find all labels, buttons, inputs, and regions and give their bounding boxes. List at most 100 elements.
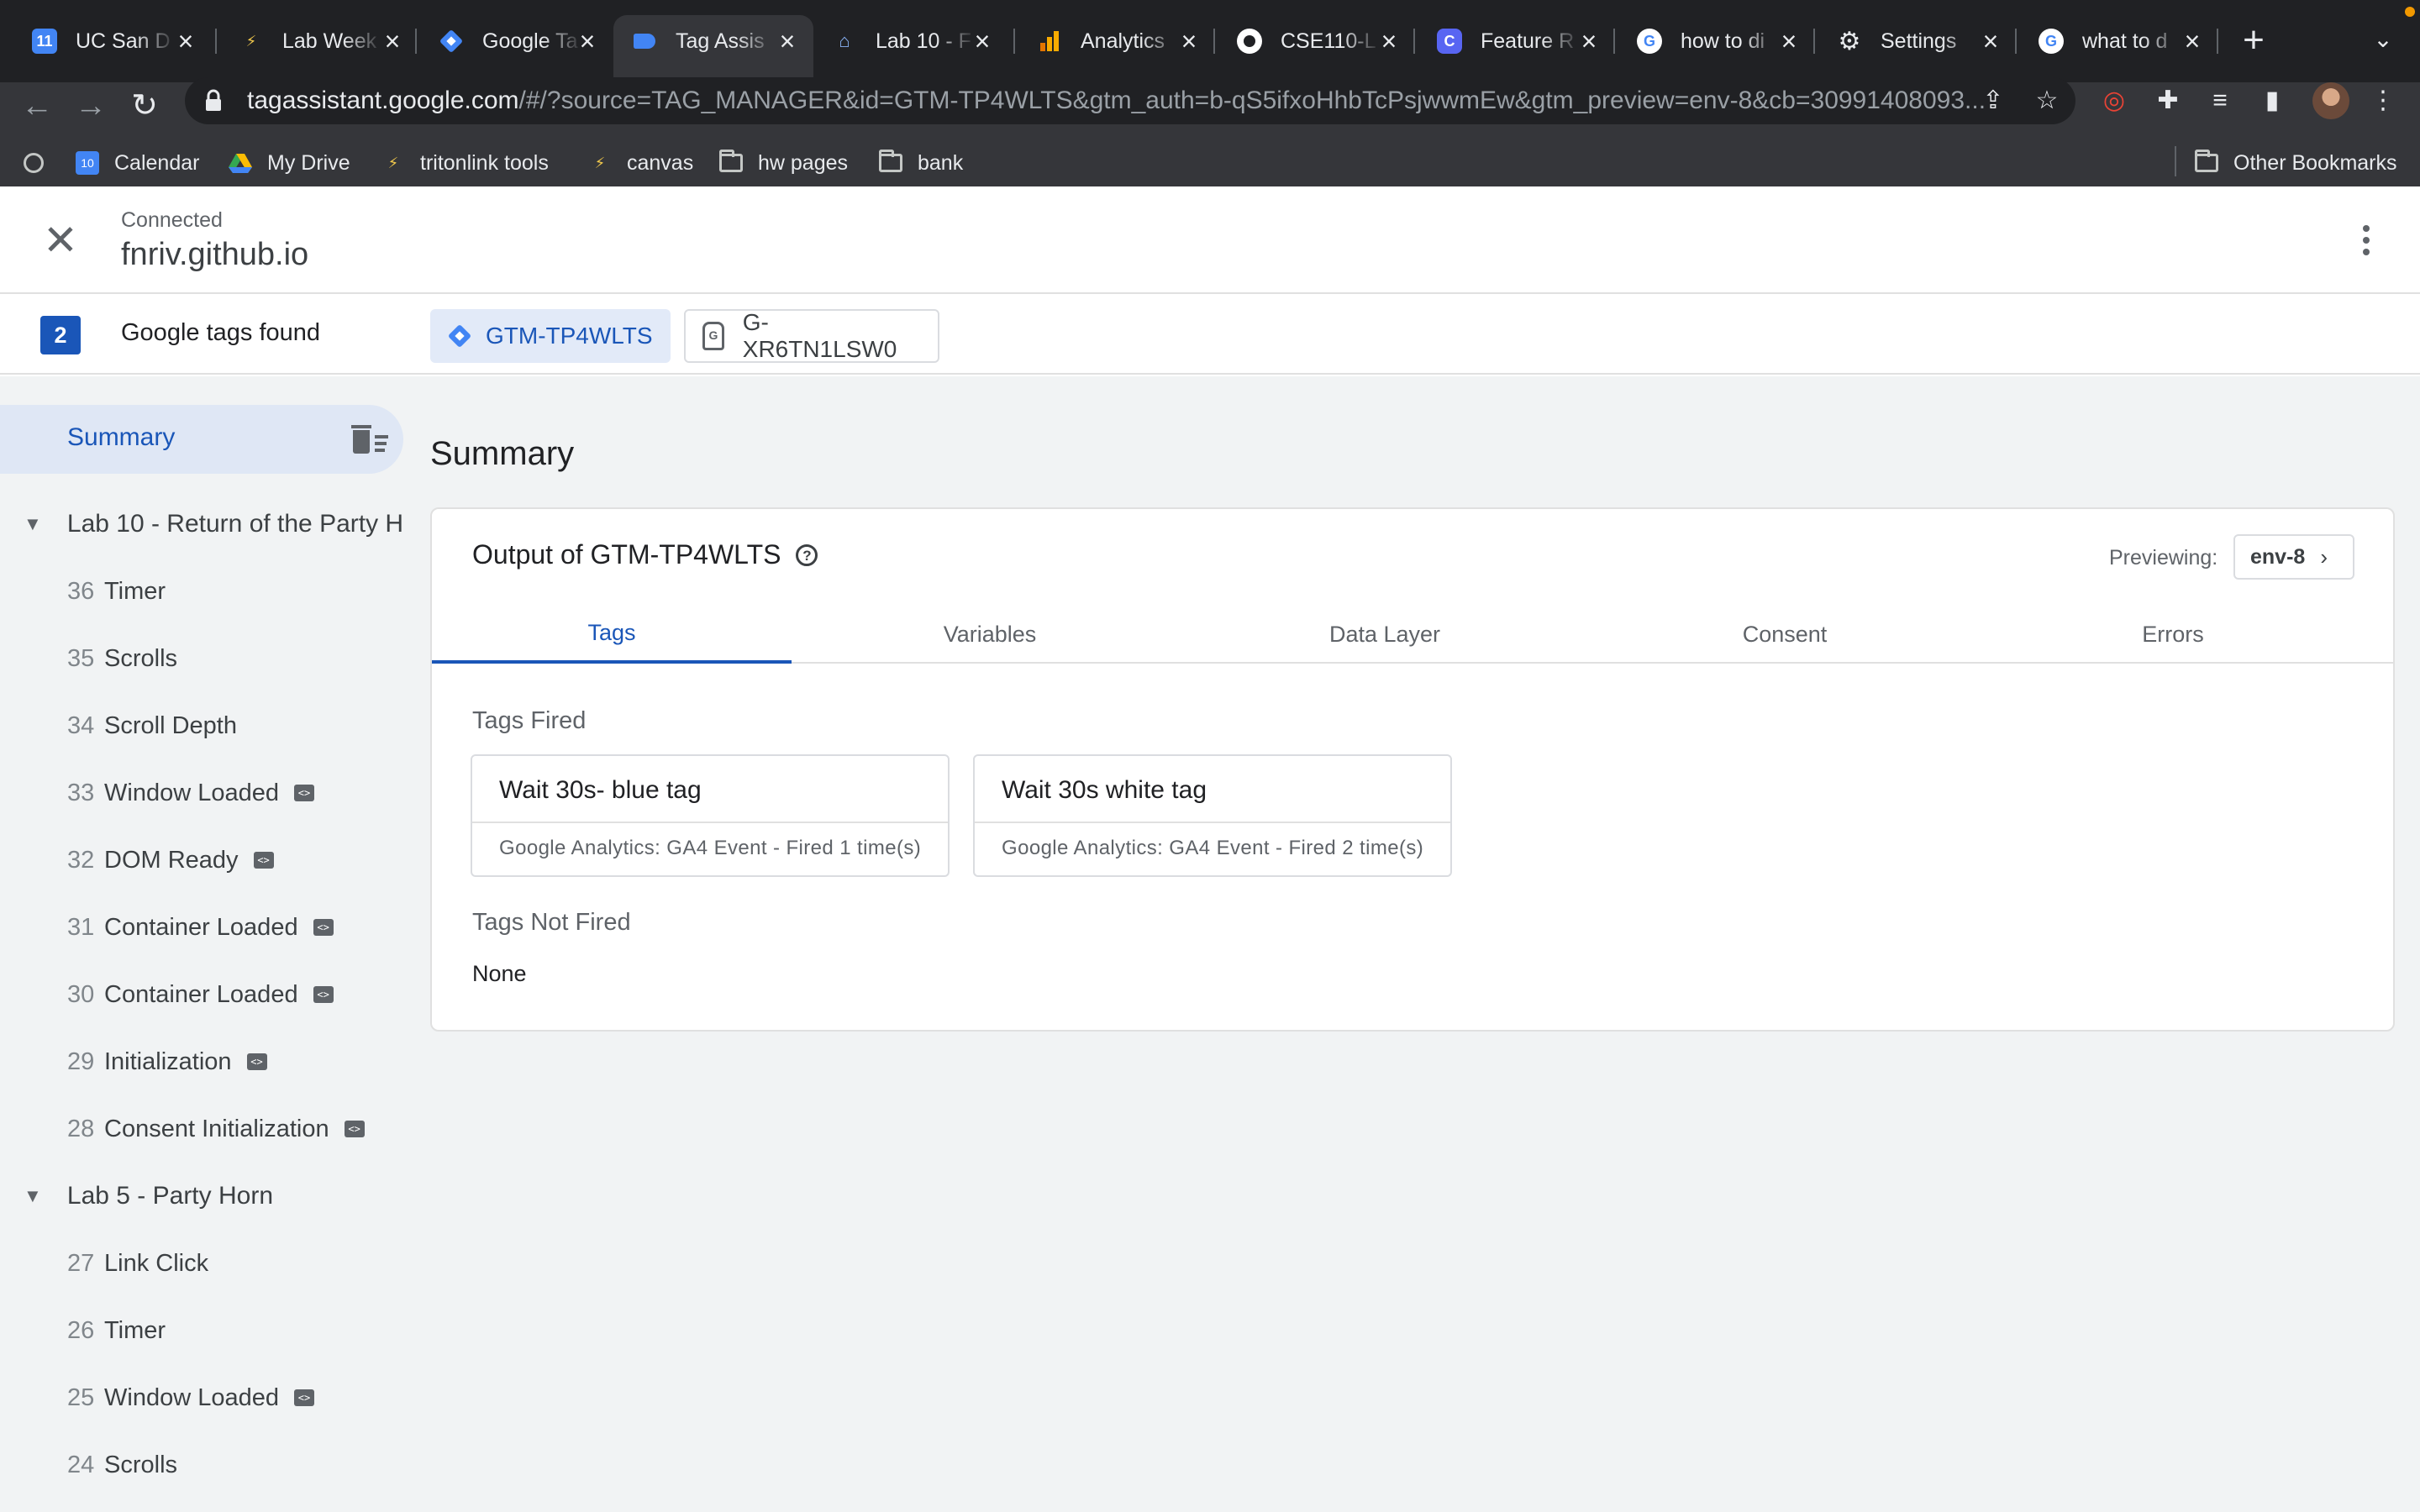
extensions-puzzle-icon[interactable]: ✚: [2149, 82, 2186, 119]
tag-assistant-page: ✕ Connected fnriv.github.io 2 Google tag…: [0, 186, 2420, 1512]
sidebar-event[interactable]: 34 Scroll Depth: [0, 701, 403, 751]
browser-tab-0[interactable]: 11 UC San D ×: [13, 15, 212, 67]
profile-avatar[interactable]: [2312, 82, 2349, 119]
browser-tab-7[interactable]: C Feature R ×: [1418, 15, 1615, 67]
sidebar-group-lab10[interactable]: ▼ Lab 10 - Return of the Party Horn: [0, 499, 403, 549]
canvas-icon: ⚡: [594, 154, 606, 171]
sidebar-event[interactable]: 31 Container Loaded <>: [0, 902, 403, 953]
browser-tab-5[interactable]: Analytics ×: [1018, 15, 1215, 67]
folder-icon: [2195, 150, 2218, 175]
new-tab-plus-icon[interactable]: +: [2235, 22, 2272, 59]
tab-tags[interactable]: Tags: [432, 605, 792, 664]
calendar-icon: 10: [76, 151, 99, 175]
close-tab-icon[interactable]: ×: [1575, 27, 1603, 55]
browser-tab-1[interactable]: ⚡ Lab Week ×: [220, 15, 418, 67]
browser-tab-4[interactable]: ⌂ Lab 10 - F ×: [813, 15, 1008, 67]
browser-menu-icon[interactable]: ⋮: [2365, 82, 2402, 119]
output-card-title: Output of GTM-TP4WLTS ?: [472, 539, 818, 570]
side-panel-icon[interactable]: ▮: [2254, 82, 2291, 119]
analytics-icon: [1037, 29, 1062, 54]
tab-data-layer[interactable]: Data Layer: [1220, 605, 1549, 664]
tag-detail: Google Analytics: GA4 Event - Fired 1 ti…: [499, 837, 922, 859]
sidebar-item-summary[interactable]: Summary: [0, 405, 403, 474]
fired-tag-card[interactable]: Wait 30s white tag Google Analytics: GA4…: [973, 754, 1452, 877]
bookmark-tritonlink-tools[interactable]: ⚡ tritonlink tools: [381, 143, 549, 183]
close-tab-icon[interactable]: ×: [171, 27, 200, 55]
container-chip-ga4[interactable]: G G-XR6TN1LSW0: [684, 309, 939, 363]
globe-icon: [22, 151, 45, 175]
container-chip-gtm[interactable]: GTM-TP4WLTS: [430, 309, 671, 363]
google-tag-icon: G: [702, 322, 724, 350]
extension-adblock-icon[interactable]: ◎: [2096, 82, 2133, 119]
close-tab-icon[interactable]: ×: [2178, 27, 2207, 55]
code-event-icon: <>: [253, 852, 274, 869]
code-event-icon: <>: [344, 1121, 365, 1137]
more-options-icon[interactable]: [2349, 223, 2383, 257]
close-tab-icon[interactable]: ×: [968, 27, 997, 55]
environment-button[interactable]: env-8 ›: [2233, 534, 2354, 580]
close-tab-icon[interactable]: ×: [773, 27, 802, 55]
sidebar-event[interactable]: 33 Window Loaded <>: [0, 768, 403, 818]
forward-arrow-icon[interactable]: →: [67, 82, 114, 129]
canvas-icon: ⚡: [245, 32, 257, 50]
close-tab-icon[interactable]: ×: [1175, 27, 1203, 55]
drive-icon: [229, 151, 252, 175]
bookmark-my-drive[interactable]: My Drive: [229, 143, 350, 183]
sidebar-group-lab5[interactable]: ▼ Lab 5 - Party Horn: [0, 1171, 403, 1221]
browser-tab-9[interactable]: ⚙ Settings ×: [1818, 15, 2017, 67]
sidebar-event[interactable]: 30 Container Loaded <>: [0, 969, 403, 1020]
tab-errors[interactable]: Errors: [2022, 605, 2324, 664]
sidebar-event[interactable]: 27 Link Click: [0, 1238, 403, 1289]
share-icon[interactable]: ⇪: [1976, 84, 2010, 118]
tag-detail: Google Analytics: GA4 Event - Fired 2 ti…: [1002, 837, 1424, 859]
bookmark-globe[interactable]: [22, 143, 60, 183]
lock-icon: [203, 89, 224, 113]
browser-tab-10[interactable]: G what to d ×: [2020, 15, 2218, 67]
clear-messages-icon[interactable]: [351, 423, 388, 457]
browser-tab-6[interactable]: CSE110-L ×: [1218, 15, 1415, 67]
browser-tab-8[interactable]: G how to di ×: [1618, 15, 1815, 67]
gtm-icon: [439, 29, 464, 54]
tab-variables[interactable]: Variables: [839, 605, 1141, 664]
close-icon[interactable]: ✕: [42, 219, 79, 261]
bookmark-bank[interactable]: bank: [879, 143, 963, 183]
code-event-icon: <>: [293, 785, 314, 801]
sidebar-event[interactable]: 24 Scrolls: [0, 1440, 403, 1490]
tags-not-fired-heading: Tags Not Fired: [472, 909, 631, 936]
help-icon[interactable]: ?: [796, 543, 818, 566]
close-tab-icon[interactable]: ×: [1775, 27, 1803, 55]
feature-icon: C: [1437, 29, 1462, 54]
tab-consent[interactable]: Consent: [1634, 605, 1936, 664]
media-control-icon[interactable]: ≡: [2202, 82, 2238, 119]
close-tab-icon[interactable]: ×: [1375, 27, 1403, 55]
sidebar-event[interactable]: 26 Timer: [0, 1305, 403, 1356]
close-tab-icon[interactable]: ×: [1976, 27, 2005, 55]
close-tab-icon[interactable]: ×: [573, 27, 602, 55]
bookmark-other-bookmarks[interactable]: Other Bookmarks: [2195, 143, 2397, 183]
connected-site: fnriv.github.io: [121, 237, 309, 272]
tags-found-label: Google tags found: [121, 319, 321, 346]
browser-tab-3-active[interactable]: Tag Assis ×: [613, 15, 813, 82]
tab-separator: [415, 29, 417, 54]
reload-icon[interactable]: ↻: [121, 82, 168, 129]
close-tab-icon[interactable]: ×: [378, 27, 407, 55]
sidebar-event[interactable]: 28 Consent Initialization <>: [0, 1104, 403, 1154]
address-bar[interactable]: tagassistant.google.com/#/?source=TAG_MA…: [185, 77, 2075, 124]
sidebar-event[interactable]: 36 Timer: [0, 566, 403, 617]
output-card: Output of GTM-TP4WLTS ? Previewing: env-…: [430, 507, 2395, 1032]
sidebar-event[interactable]: 25 Window Loaded <>: [0, 1373, 403, 1423]
event-timeline-sidebar: Summary ▼ Lab 10 - Return of the Party H…: [0, 376, 412, 1512]
tab-search-chevron-icon[interactable]: ⌄: [2366, 25, 2400, 59]
tab-separator: [1813, 29, 1815, 54]
sidebar-event[interactable]: 29 Initialization <>: [0, 1037, 403, 1087]
bookmark-hw-pages[interactable]: hw pages: [719, 143, 848, 183]
page-header: ✕ Connected fnriv.github.io: [0, 186, 2420, 294]
back-arrow-icon[interactable]: ←: [13, 82, 60, 129]
browser-tab-2[interactable]: Google Ta ×: [420, 15, 613, 67]
fired-tag-card[interactable]: Wait 30s- blue tag Google Analytics: GA4…: [471, 754, 950, 877]
sidebar-event[interactable]: 32 DOM Ready <>: [0, 835, 403, 885]
bookmark-canvas[interactable]: ⚡ canvas: [588, 143, 694, 183]
sidebar-event[interactable]: 35 Scrolls: [0, 633, 403, 684]
bookmark-calendar[interactable]: 10 Calendar: [76, 143, 199, 183]
bookmark-star-icon[interactable]: ☆: [2030, 84, 2064, 118]
